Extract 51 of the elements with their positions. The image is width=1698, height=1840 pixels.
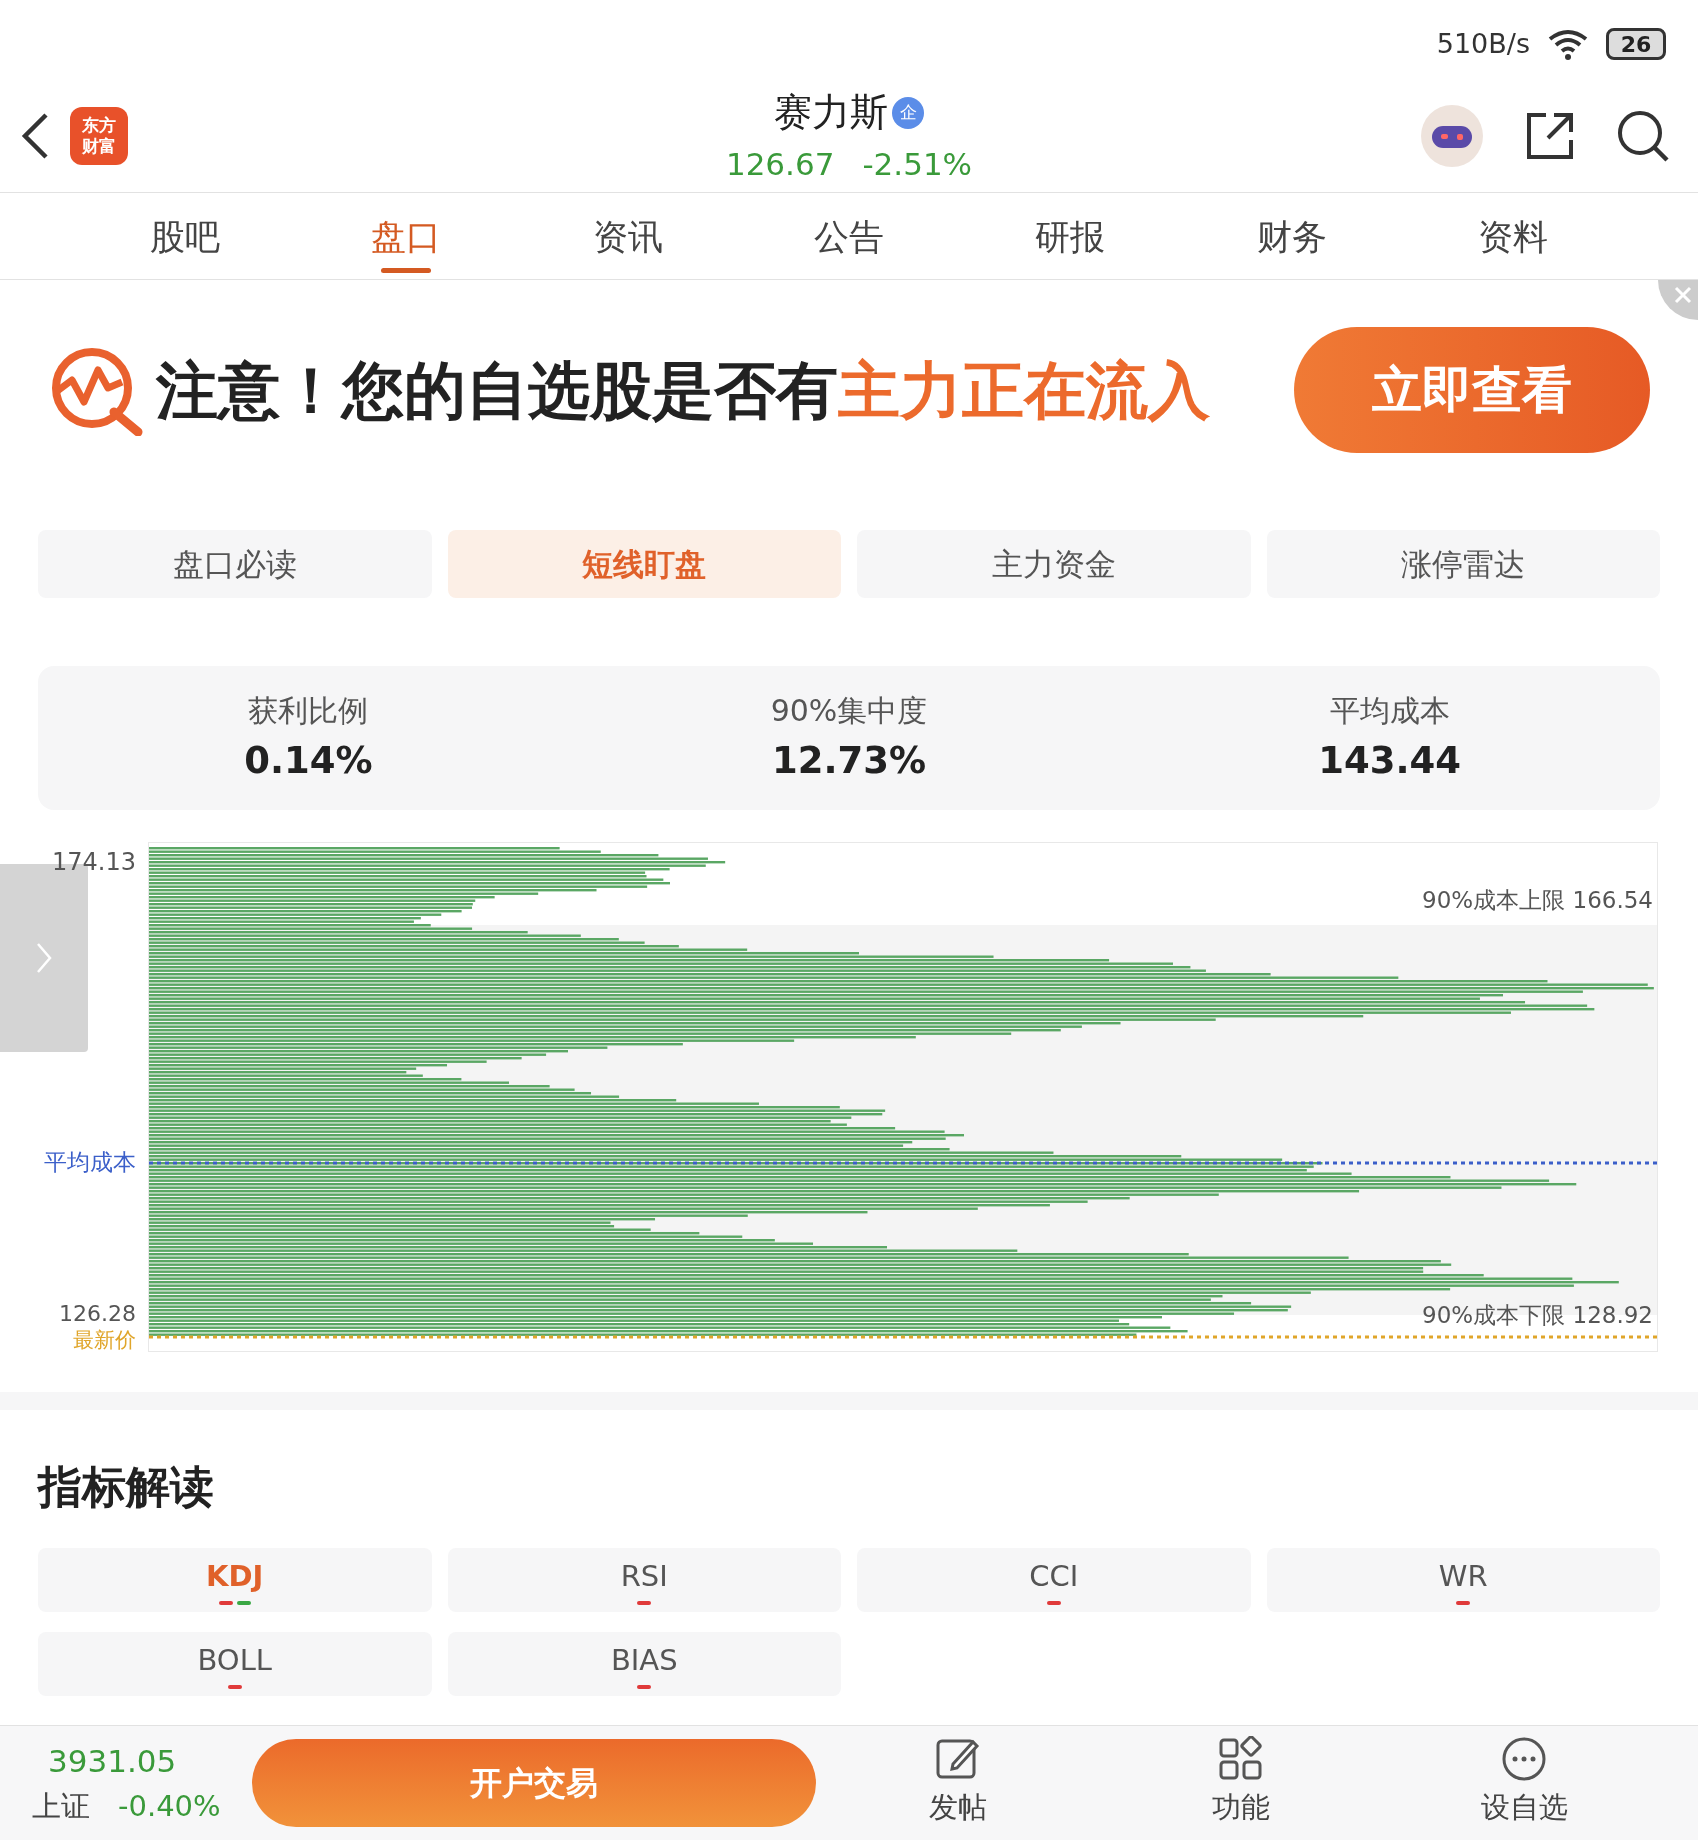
search-icon[interactable] <box>1616 109 1670 163</box>
back-icon[interactable] <box>20 112 50 160</box>
stat-value: 143.44 <box>1318 737 1462 784</box>
share-icon[interactable] <box>1524 110 1576 162</box>
toolbar-action[interactable]: 设自选 <box>1382 1736 1666 1830</box>
toolbar-action[interactable]: 发帖 <box>816 1736 1100 1830</box>
upper-limit-label: 90%成本上限 166.54 <box>1422 886 1653 915</box>
stock-name: 赛力斯 <box>774 89 888 137</box>
stat-value: 0.14% <box>244 737 373 784</box>
stat-label: 获利比例 <box>248 691 369 730</box>
indicator-tab[interactable]: BOLL <box>38 1632 432 1696</box>
indicator-tab[interactable]: WR <box>1266 1548 1660 1612</box>
tab[interactable]: 股吧 <box>74 193 296 279</box>
stock-price: 126.67 <box>725 145 835 185</box>
indicator-tab[interactable]: CCI <box>857 1548 1251 1612</box>
banner-highlight: 主力正在流入 <box>838 352 1210 429</box>
enterprise-badge: 企 <box>892 96 924 129</box>
price-change: -2.51% <box>862 145 973 185</box>
battery-indicator: 26 <box>1606 28 1666 60</box>
tab[interactable]: 公告 <box>738 193 960 279</box>
section-title: 指标解读 <box>38 1460 215 1514</box>
average-cost-label: 平均成本 <box>44 1148 136 1177</box>
lower-limit-label: 90%成本下限 128.92 <box>1422 1301 1653 1330</box>
stat-value: 12.73% <box>771 737 927 784</box>
tab[interactable]: 资讯 <box>516 193 739 279</box>
banner-text: 注意！您的自选股是否有 <box>156 352 838 429</box>
tab[interactable]: 财务 <box>1181 193 1403 279</box>
axis-label: 126.28 <box>59 1302 136 1326</box>
toolbar-action[interactable]: 功能 <box>1099 1736 1383 1830</box>
more-icon <box>1501 1736 1548 1783</box>
indicator-tab[interactable]: RSI <box>447 1548 841 1612</box>
segment-tab[interactable]: 盘口必读 <box>38 530 432 598</box>
app-logo: 东方 财富 <box>70 107 128 165</box>
index-name: 上证 <box>32 1787 90 1825</box>
robot-icon[interactable] <box>1420 104 1484 168</box>
tab[interactable]: 盘口 <box>295 193 517 279</box>
stat-label: 90%集中度 <box>770 691 928 730</box>
index-value: 3931.05 <box>48 1742 178 1781</box>
chevron-right-icon <box>35 941 53 975</box>
segment-tab[interactable]: 涨停雷达 <box>1266 530 1660 598</box>
latest-price-label: 最新价 <box>73 1328 136 1352</box>
indicator-tab[interactable]: BIAS <box>447 1632 841 1696</box>
tab[interactable]: 研报 <box>959 193 1182 279</box>
stat-label: 平均成本 <box>1329 691 1450 730</box>
network-speed: 510B/s <box>1436 26 1530 61</box>
axis-label: 174.13 <box>52 847 136 878</box>
index-change: -0.40% <box>118 1787 221 1825</box>
grid-icon <box>1218 1736 1264 1783</box>
tab[interactable]: 资料 <box>1402 193 1624 279</box>
segment-tab[interactable]: 主力资金 <box>857 530 1251 598</box>
wifi-icon <box>1546 27 1590 61</box>
